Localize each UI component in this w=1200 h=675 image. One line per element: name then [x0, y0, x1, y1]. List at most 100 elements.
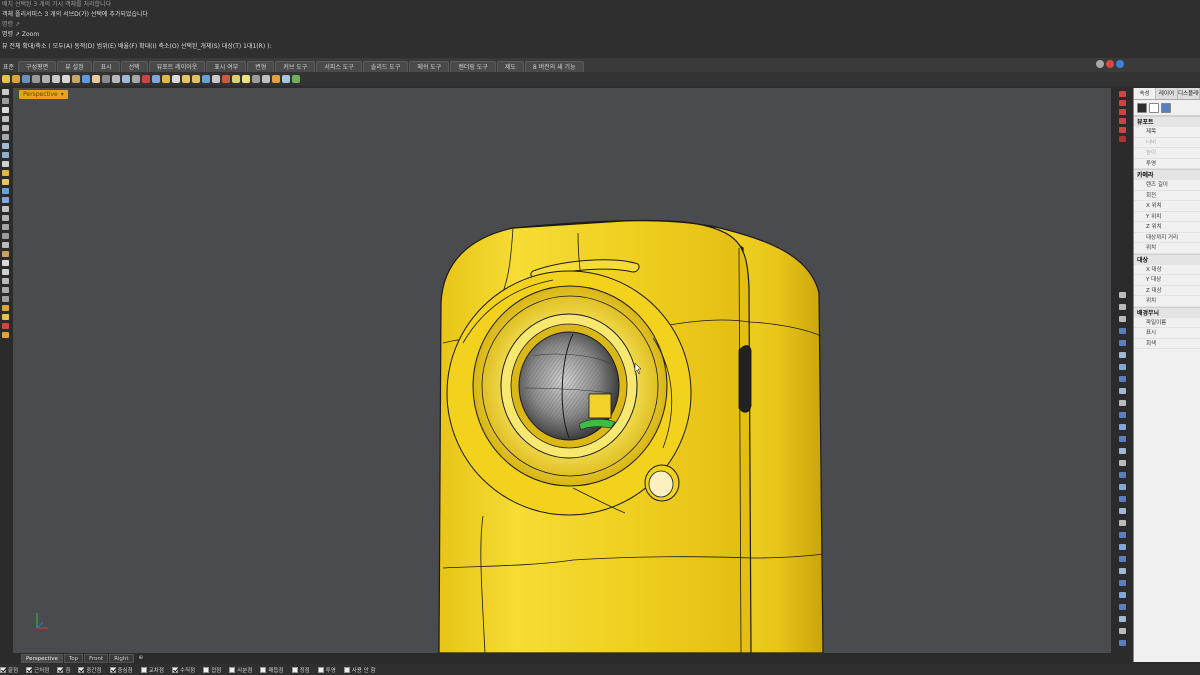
right-tool-icon[interactable] — [1118, 424, 1126, 430]
tab-properties[interactable]: 속성 — [1134, 88, 1156, 99]
trim-icon[interactable] — [2, 215, 9, 221]
osnap-checkbox[interactable] — [343, 666, 350, 673]
osnap-option[interactable]: 교차점 — [140, 666, 164, 674]
select-points-icon[interactable] — [2, 89, 9, 95]
panel-section-header[interactable]: 배경무늬 — [1134, 306, 1200, 318]
tab-viewport-layout[interactable]: 뷰포트 레이아웃 — [148, 61, 206, 72]
undo-icon[interactable] — [82, 75, 90, 83]
tab-transform[interactable]: 변형 — [247, 61, 275, 72]
property-row[interactable]: 회색 — [1134, 339, 1200, 349]
viewport-page-icon[interactable] — [1149, 102, 1159, 113]
zoom-window-icon[interactable] — [122, 75, 130, 83]
shaded-icon[interactable] — [262, 75, 270, 83]
object-icon[interactable] — [1161, 102, 1171, 113]
right-tool-icon[interactable] — [1118, 328, 1126, 334]
property-row[interactable]: X 대상 — [1134, 265, 1200, 275]
property-row[interactable]: X 위치 — [1134, 201, 1200, 212]
scale-icon[interactable] — [2, 287, 9, 293]
right-tool-icon[interactable] — [1118, 508, 1126, 514]
import-icon[interactable] — [42, 75, 50, 83]
osnap-checkbox[interactable] — [26, 666, 33, 673]
object-properties-icon[interactable] — [212, 75, 220, 83]
right-tool-icon[interactable] — [1118, 484, 1126, 490]
right-tool-icon[interactable] — [1118, 556, 1126, 562]
right-tool-icon[interactable] — [1118, 460, 1126, 466]
array-icon[interactable] — [2, 305, 9, 311]
display-mode-icon[interactable] — [252, 75, 260, 83]
osnap-option[interactable]: 중간점 — [78, 666, 102, 674]
osnap-checkbox[interactable] — [171, 666, 178, 673]
layer-icon[interactable] — [202, 75, 210, 83]
osnap-option[interactable]: 사분점 — [229, 666, 252, 674]
right-tool-icon[interactable] — [1118, 292, 1126, 298]
tab-render-tools[interactable]: 렌더링 도구 — [450, 61, 496, 72]
cut-icon[interactable] — [52, 75, 60, 83]
property-row[interactable]: Z 대상 — [1134, 286, 1200, 296]
right-tool-icon[interactable] — [1118, 628, 1126, 634]
right-tool-icon[interactable] — [1118, 388, 1126, 394]
zoom-icon[interactable] — [112, 75, 120, 83]
save-icon[interactable] — [22, 75, 30, 83]
new-file-icon[interactable] — [2, 75, 10, 83]
group-icon[interactable] — [2, 251, 9, 257]
right-tool-icon[interactable] — [1118, 304, 1126, 310]
osnap-checkbox[interactable] — [260, 666, 267, 673]
osnap-checkbox[interactable] — [317, 666, 324, 673]
zoom-extents-icon[interactable] — [132, 75, 140, 83]
osnap-option[interactable]: 끝점 — [0, 666, 18, 674]
right-tool-icon[interactable] — [1118, 91, 1126, 97]
open-file-icon[interactable] — [12, 75, 20, 83]
right-tool-icon[interactable] — [1118, 616, 1126, 622]
right-tool-icon[interactable] — [1118, 109, 1126, 115]
tab-perspective[interactable]: Perspective — [21, 654, 63, 663]
right-tool-icon[interactable] — [1118, 118, 1126, 124]
property-row[interactable]: 투영 — [1134, 159, 1200, 169]
point-icon[interactable] — [2, 98, 9, 104]
osnap-option[interactable]: 매듭점 — [260, 666, 284, 674]
right-tool-icon[interactable] — [1118, 520, 1126, 526]
arc-icon[interactable] — [2, 134, 9, 140]
osnap-checkbox[interactable] — [291, 666, 298, 673]
circle-icon[interactable] — [2, 125, 9, 131]
render-icon[interactable] — [222, 75, 230, 83]
osnap-checkbox[interactable] — [0, 666, 6, 673]
right-tool-icon[interactable] — [1118, 604, 1126, 610]
polygon-icon[interactable] — [2, 152, 9, 158]
osnap-checkbox[interactable] — [140, 666, 147, 673]
right-tool-icon[interactable] — [1118, 340, 1126, 346]
right-tool-icon[interactable] — [1118, 640, 1126, 646]
osnap-checkbox[interactable] — [203, 666, 210, 673]
gear-icon[interactable] — [1096, 60, 1104, 68]
right-tool-icon[interactable] — [1118, 544, 1126, 550]
tab-new-in-v8[interactable]: 8 버전의 새 기능 — [524, 61, 584, 72]
dimension-icon[interactable] — [2, 314, 9, 320]
tab-cplanes[interactable]: 구성평면 — [18, 61, 57, 72]
osnap-checkbox[interactable] — [109, 666, 116, 673]
tab-mesh-tools[interactable]: 메쉬 도구 — [409, 61, 450, 72]
globe-icon[interactable] — [1116, 60, 1124, 68]
add-viewport-tab-button[interactable]: ⊕ — [135, 654, 148, 663]
tab-visibility[interactable]: 표시 여부 — [206, 61, 247, 72]
property-row[interactable]: Y 위치 — [1134, 212, 1200, 222]
material-icon[interactable] — [232, 75, 240, 83]
tab-set-view[interactable]: 뷰 설정 — [57, 61, 92, 72]
osnap-option[interactable]: 근처점 — [26, 666, 49, 674]
tab-right[interactable]: Right — [109, 654, 134, 663]
cplane-icon[interactable] — [162, 75, 170, 83]
right-tool-icon[interactable] — [1118, 568, 1126, 574]
right-tool-icon[interactable] — [1118, 400, 1126, 406]
panel-section-header[interactable]: 카메라 — [1134, 169, 1200, 180]
osnap-checkbox[interactable] — [78, 666, 85, 673]
solid-box-icon[interactable] — [2, 179, 9, 185]
tab-curve-tools[interactable]: 커브 도구 — [275, 61, 316, 72]
right-tool-icon[interactable] — [1118, 376, 1126, 382]
print-icon[interactable] — [32, 75, 40, 83]
property-row[interactable]: 위치 — [1134, 296, 1200, 307]
rendered-sphere-icon[interactable] — [272, 75, 280, 83]
mirror-icon[interactable] — [2, 296, 9, 302]
osnap-option[interactable]: 투영 — [317, 666, 336, 674]
light-icon[interactable] — [242, 75, 250, 83]
surface-icon[interactable] — [2, 170, 9, 176]
tab-display-panel[interactable]: 디스플레이 — [1178, 88, 1200, 99]
explode-icon[interactable] — [2, 242, 9, 248]
